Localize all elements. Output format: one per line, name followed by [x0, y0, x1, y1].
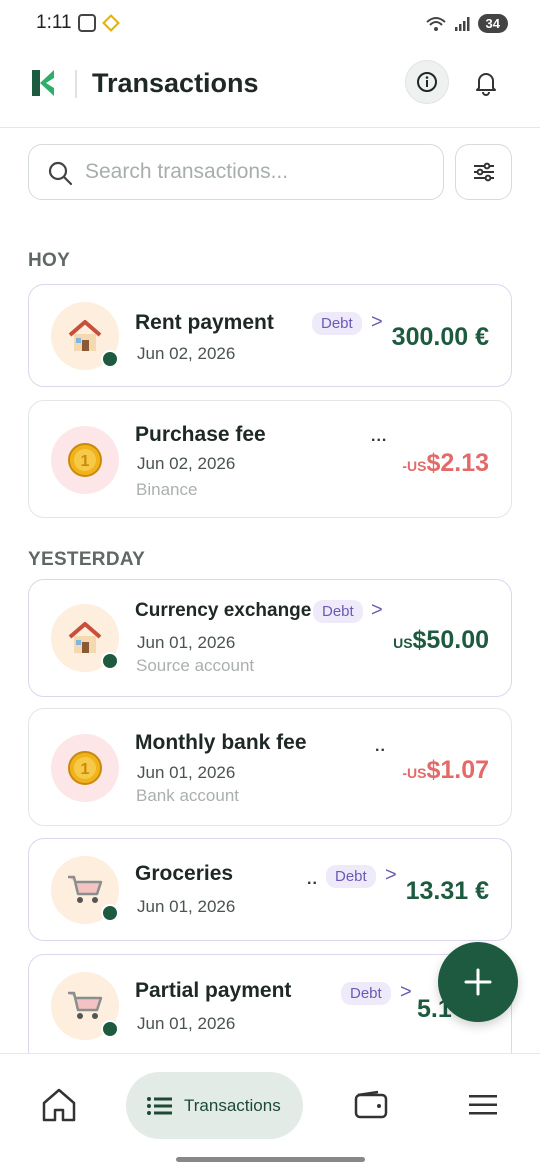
battery-badge: 34	[477, 14, 508, 33]
status-bar: 1:11 34	[0, 0, 540, 50]
home-icon[interactable]	[40, 1086, 78, 1124]
add-transaction-button[interactable]	[438, 942, 518, 1022]
debt-badge: Debt	[312, 312, 362, 335]
transfer-badge-icon	[101, 1020, 119, 1038]
amount-value: $2.13	[426, 449, 489, 477]
more-icon[interactable]: ..	[375, 738, 386, 756]
chevron-right-icon: >	[371, 311, 383, 333]
transaction-avatar	[51, 302, 119, 370]
wifi-icon	[425, 16, 446, 31]
chevron-right-icon: >	[400, 981, 412, 1003]
coin-icon: 1	[68, 443, 102, 477]
transaction-amount: 300.00 €	[391, 323, 489, 351]
search-input[interactable]	[85, 145, 425, 198]
transaction-date: Jun 01, 2026	[137, 633, 236, 652]
transaction-account: Binance	[136, 480, 198, 499]
transaction-date: Jun 01, 2026	[137, 1014, 236, 1033]
transaction-date: Jun 01, 2026	[137, 763, 236, 782]
signal-icon	[454, 16, 470, 31]
house-icon	[68, 320, 102, 351]
transaction-avatar: 1	[51, 734, 119, 802]
amount-value: $1.07	[426, 756, 489, 784]
debt-badge: Debt	[341, 982, 391, 1005]
currency-prefix: -US	[402, 765, 427, 781]
bell-icon	[476, 73, 496, 96]
home-indicator	[176, 1157, 365, 1162]
transaction-title: Groceries	[135, 862, 234, 885]
bottom-nav: Transactions	[0, 1053, 540, 1170]
more-icon[interactable]: ...	[371, 428, 387, 446]
transaction-account: Bank account	[136, 786, 240, 805]
transfer-badge-icon	[101, 904, 119, 922]
transaction-title: Monthly bank fee	[135, 731, 307, 754]
transaction-card[interactable]: Rent payment Jun 02, 2026 Debt > 300.00 …	[28, 284, 512, 387]
page-title: Transactions	[92, 68, 259, 98]
transaction-title: Partial payment	[135, 979, 292, 1002]
notifications-button[interactable]	[465, 62, 507, 104]
svg-text:1: 1	[81, 761, 90, 778]
transaction-card[interactable]: Groceries Jun 01, 2026 .. Debt > 13.31 €	[28, 838, 512, 941]
transaction-amount: 13.31 €	[405, 877, 489, 905]
section-label-yesterday: YESTERDAY	[28, 549, 146, 570]
transaction-avatar: 1	[51, 426, 119, 494]
cart-icon	[68, 875, 103, 903]
status-time: 1:11	[36, 12, 72, 33]
transaction-date: Jun 02, 2026	[137, 454, 236, 473]
info-icon	[417, 72, 437, 92]
cart-icon	[68, 991, 103, 1019]
screenshot-icon	[78, 14, 96, 32]
transaction-title: Currency exchange	[135, 600, 312, 621]
info-button[interactable]	[405, 60, 449, 104]
amount-value: $50.00	[412, 626, 489, 654]
transaction-avatar	[51, 604, 119, 672]
app-header: Transactions	[0, 50, 540, 128]
nav-transactions-label: Transactions	[184, 1095, 281, 1115]
transfer-badge-icon	[101, 652, 119, 670]
transaction-date: Jun 01, 2026	[137, 897, 236, 916]
transfer-badge-icon	[101, 350, 119, 368]
transaction-account: Source account	[136, 656, 255, 675]
app-logo	[32, 70, 54, 96]
svg-text:1: 1	[81, 453, 90, 470]
wallet-icon[interactable]	[354, 1090, 388, 1120]
transaction-card[interactable]: Currency exchange Jun 01, 2026 Source ac…	[28, 579, 512, 697]
header-divider	[75, 70, 77, 98]
list-icon	[147, 1096, 172, 1115]
binance-icon	[102, 14, 120, 32]
transaction-card[interactable]: 1 Monthly bank fee Jun 01, 2026 Bank acc…	[28, 708, 512, 826]
plus-icon	[464, 968, 492, 996]
filter-button[interactable]	[455, 144, 512, 200]
transaction-amount: -US$1.07	[402, 756, 489, 785]
debt-badge: Debt	[313, 600, 363, 623]
house-icon	[68, 622, 102, 653]
more-icon[interactable]: ..	[307, 871, 318, 889]
coin-icon: 1	[68, 751, 102, 785]
chevron-right-icon: >	[385, 864, 397, 886]
debt-badge: Debt	[326, 865, 376, 888]
transaction-avatar	[51, 972, 119, 1040]
transaction-amount: US$50.00	[393, 626, 489, 655]
transaction-card[interactable]: 1 Purchase fee Jun 02, 2026 Binance ... …	[28, 400, 512, 518]
search-icon	[48, 161, 73, 186]
nav-transactions-tab[interactable]: Transactions	[126, 1072, 303, 1139]
transaction-avatar	[51, 856, 119, 924]
menu-icon[interactable]	[467, 1092, 499, 1118]
currency-prefix: US	[393, 635, 413, 651]
transaction-title: Rent payment	[135, 311, 274, 334]
chevron-right-icon: >	[371, 599, 383, 621]
transaction-amount: -US$2.13	[402, 449, 489, 478]
section-label-today: HOY	[28, 250, 71, 271]
currency-prefix: -US	[402, 458, 427, 474]
transaction-title: Purchase fee	[135, 423, 266, 446]
search-box[interactable]	[28, 144, 444, 200]
transaction-date: Jun 02, 2026	[137, 344, 236, 363]
sliders-icon	[473, 162, 494, 182]
